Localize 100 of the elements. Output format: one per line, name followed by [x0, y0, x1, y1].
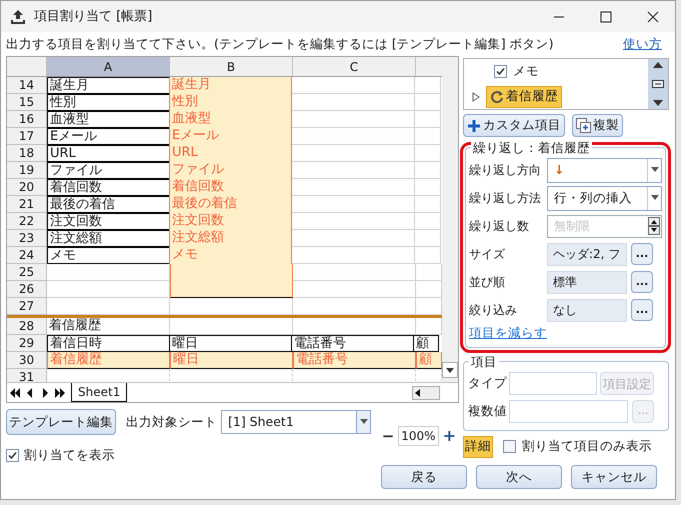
- row-number: 16: [7, 111, 47, 128]
- browse-button[interactable]: ...: [631, 243, 653, 265]
- dropdown[interactable]: 行・列の挿入: [547, 186, 662, 210]
- zoom-out-button[interactable]: −: [382, 425, 394, 448]
- field-label: サイズ: [469, 246, 506, 263]
- sheet-tab[interactable]: Sheet1: [71, 383, 128, 402]
- row-number: 14: [7, 77, 47, 94]
- field-label: 複数値: [468, 402, 508, 420]
- table-cell: 最後の着信: [47, 196, 170, 213]
- table-cell: メモ: [47, 247, 170, 264]
- table-cell: [415, 94, 441, 111]
- dialog-button[interactable]: キャンセル: [571, 465, 657, 489]
- last-sheet-icon[interactable]: [53, 386, 67, 400]
- dialog-button[interactable]: 次へ: [476, 465, 562, 489]
- caret-icon[interactable]: [356, 411, 370, 434]
- table-cell: 注文総額: [47, 230, 170, 247]
- row-number: 18: [7, 145, 47, 162]
- field-label: タイプ: [468, 374, 508, 392]
- spinner-field[interactable]: 無制限: [547, 214, 662, 238]
- checkbox[interactable]: [503, 440, 516, 453]
- row-number: 24: [7, 247, 47, 264]
- row-number: 17: [7, 128, 47, 145]
- caret-icon[interactable]: [647, 158, 661, 182]
- checkbox[interactable]: [6, 449, 19, 462]
- table-cell: [415, 77, 441, 94]
- table-cell: URL: [47, 145, 170, 162]
- tree-scrollbar[interactable]: [648, 59, 668, 109]
- custom-item-button[interactable]: カスタム項目: [463, 114, 565, 137]
- duplicate-button[interactable]: 複製: [572, 114, 623, 137]
- scroll-down-icon[interactable]: [442, 362, 458, 378]
- table-cell: 曜日: [169, 335, 292, 352]
- readonly-field: ヘッダ:2, フ: [547, 242, 627, 266]
- table-cell: 曜日: [170, 352, 293, 369]
- table-cell: 血液型: [47, 111, 170, 128]
- row-number: 27: [7, 298, 47, 315]
- dialog-button[interactable]: 戻る: [381, 465, 467, 489]
- row-number: 15: [7, 94, 47, 111]
- upload-icon: [10, 8, 26, 24]
- target-sheet-select[interactable]: [1] Sheet1: [221, 410, 371, 434]
- table-cell: 最後の着信: [169, 196, 292, 213]
- multi-value-field[interactable]: [509, 400, 628, 423]
- table-cell: [415, 128, 441, 145]
- table-cell: [415, 145, 441, 162]
- plus-icon: [467, 118, 481, 132]
- table-cell: Eメール: [47, 128, 170, 145]
- table-cell: 注文回数: [47, 213, 170, 230]
- field-label: 繰り返し方法: [469, 190, 542, 207]
- horizontal-scrollbar[interactable]: [412, 386, 440, 400]
- browse-button[interactable]: ...: [631, 299, 653, 321]
- table-cell: [415, 230, 441, 247]
- first-sheet-icon[interactable]: [8, 386, 22, 400]
- reduce-items-link[interactable]: 項目を減らす: [469, 325, 547, 340]
- type-field[interactable]: [509, 372, 597, 395]
- row-number: 19: [7, 162, 47, 179]
- field-label: 絞り込み: [469, 302, 518, 319]
- scroll-thumb-icon[interactable]: [652, 80, 664, 88]
- scroll-down-icon[interactable]: [653, 100, 663, 106]
- browse-button[interactable]: ...: [631, 271, 653, 293]
- close-icon[interactable]: [647, 10, 659, 22]
- dropdown[interactable]: ↓: [547, 158, 662, 182]
- tree-item[interactable]: メモ: [513, 62, 539, 81]
- tree-item[interactable]: 着信履歴: [486, 86, 562, 108]
- zoom-in-button[interactable]: +: [442, 424, 456, 448]
- column-header[interactable]: A: [47, 57, 170, 76]
- field-label: 並び順: [469, 274, 506, 291]
- target-sheet-label: 出力対象シート: [126, 412, 217, 431]
- row-number: 28: [7, 318, 47, 335]
- row-number: 29: [7, 335, 47, 352]
- maximize-icon[interactable]: [600, 10, 612, 22]
- table-cell: ファイル: [169, 162, 292, 179]
- checkbox-label: 割り当てを表示: [24, 446, 115, 464]
- vertical-scrollbar[interactable]: [442, 57, 458, 382]
- table-cell: Eメール: [169, 128, 292, 145]
- zoom-level: 100%: [398, 426, 439, 446]
- checkbox-label: 割り当て項目のみ表示: [522, 437, 652, 456]
- table-cell: [415, 179, 441, 196]
- window-title: 項目割り当て [帳票]: [34, 8, 152, 26]
- scroll-left-icon[interactable]: [413, 388, 423, 398]
- table-cell: 誕生月: [169, 77, 292, 94]
- instruction-text: 出力する項目を割り当てて下さい。(テンプレートを編集するには [テンプレート編集] ボタン): [6, 34, 554, 53]
- spin-arrows-icon[interactable]: [648, 216, 660, 234]
- detail-toggle[interactable]: 詳細: [463, 436, 493, 458]
- table-cell: 誕生月: [47, 77, 170, 94]
- table-cell: 血液型: [169, 111, 292, 128]
- help-link[interactable]: 使い方: [623, 34, 662, 54]
- row-number: 30: [7, 352, 47, 369]
- scroll-up-icon[interactable]: [653, 62, 663, 68]
- table-cell: ファイル: [47, 162, 170, 179]
- row-number: 21: [7, 196, 47, 213]
- checkbox[interactable]: [494, 65, 507, 78]
- table-cell: [415, 111, 441, 128]
- field-label: 繰り返し数: [469, 218, 530, 235]
- table-cell: [415, 213, 441, 230]
- table-cell: 顧: [413, 335, 439, 352]
- caret-icon[interactable]: [647, 186, 661, 210]
- readonly-field: なし: [547, 298, 627, 322]
- table-cell: [415, 196, 441, 213]
- template-edit-button[interactable]: テンプレート編集: [6, 409, 116, 436]
- table-cell: 着信日時: [47, 335, 170, 352]
- expand-icon[interactable]: [472, 92, 480, 102]
